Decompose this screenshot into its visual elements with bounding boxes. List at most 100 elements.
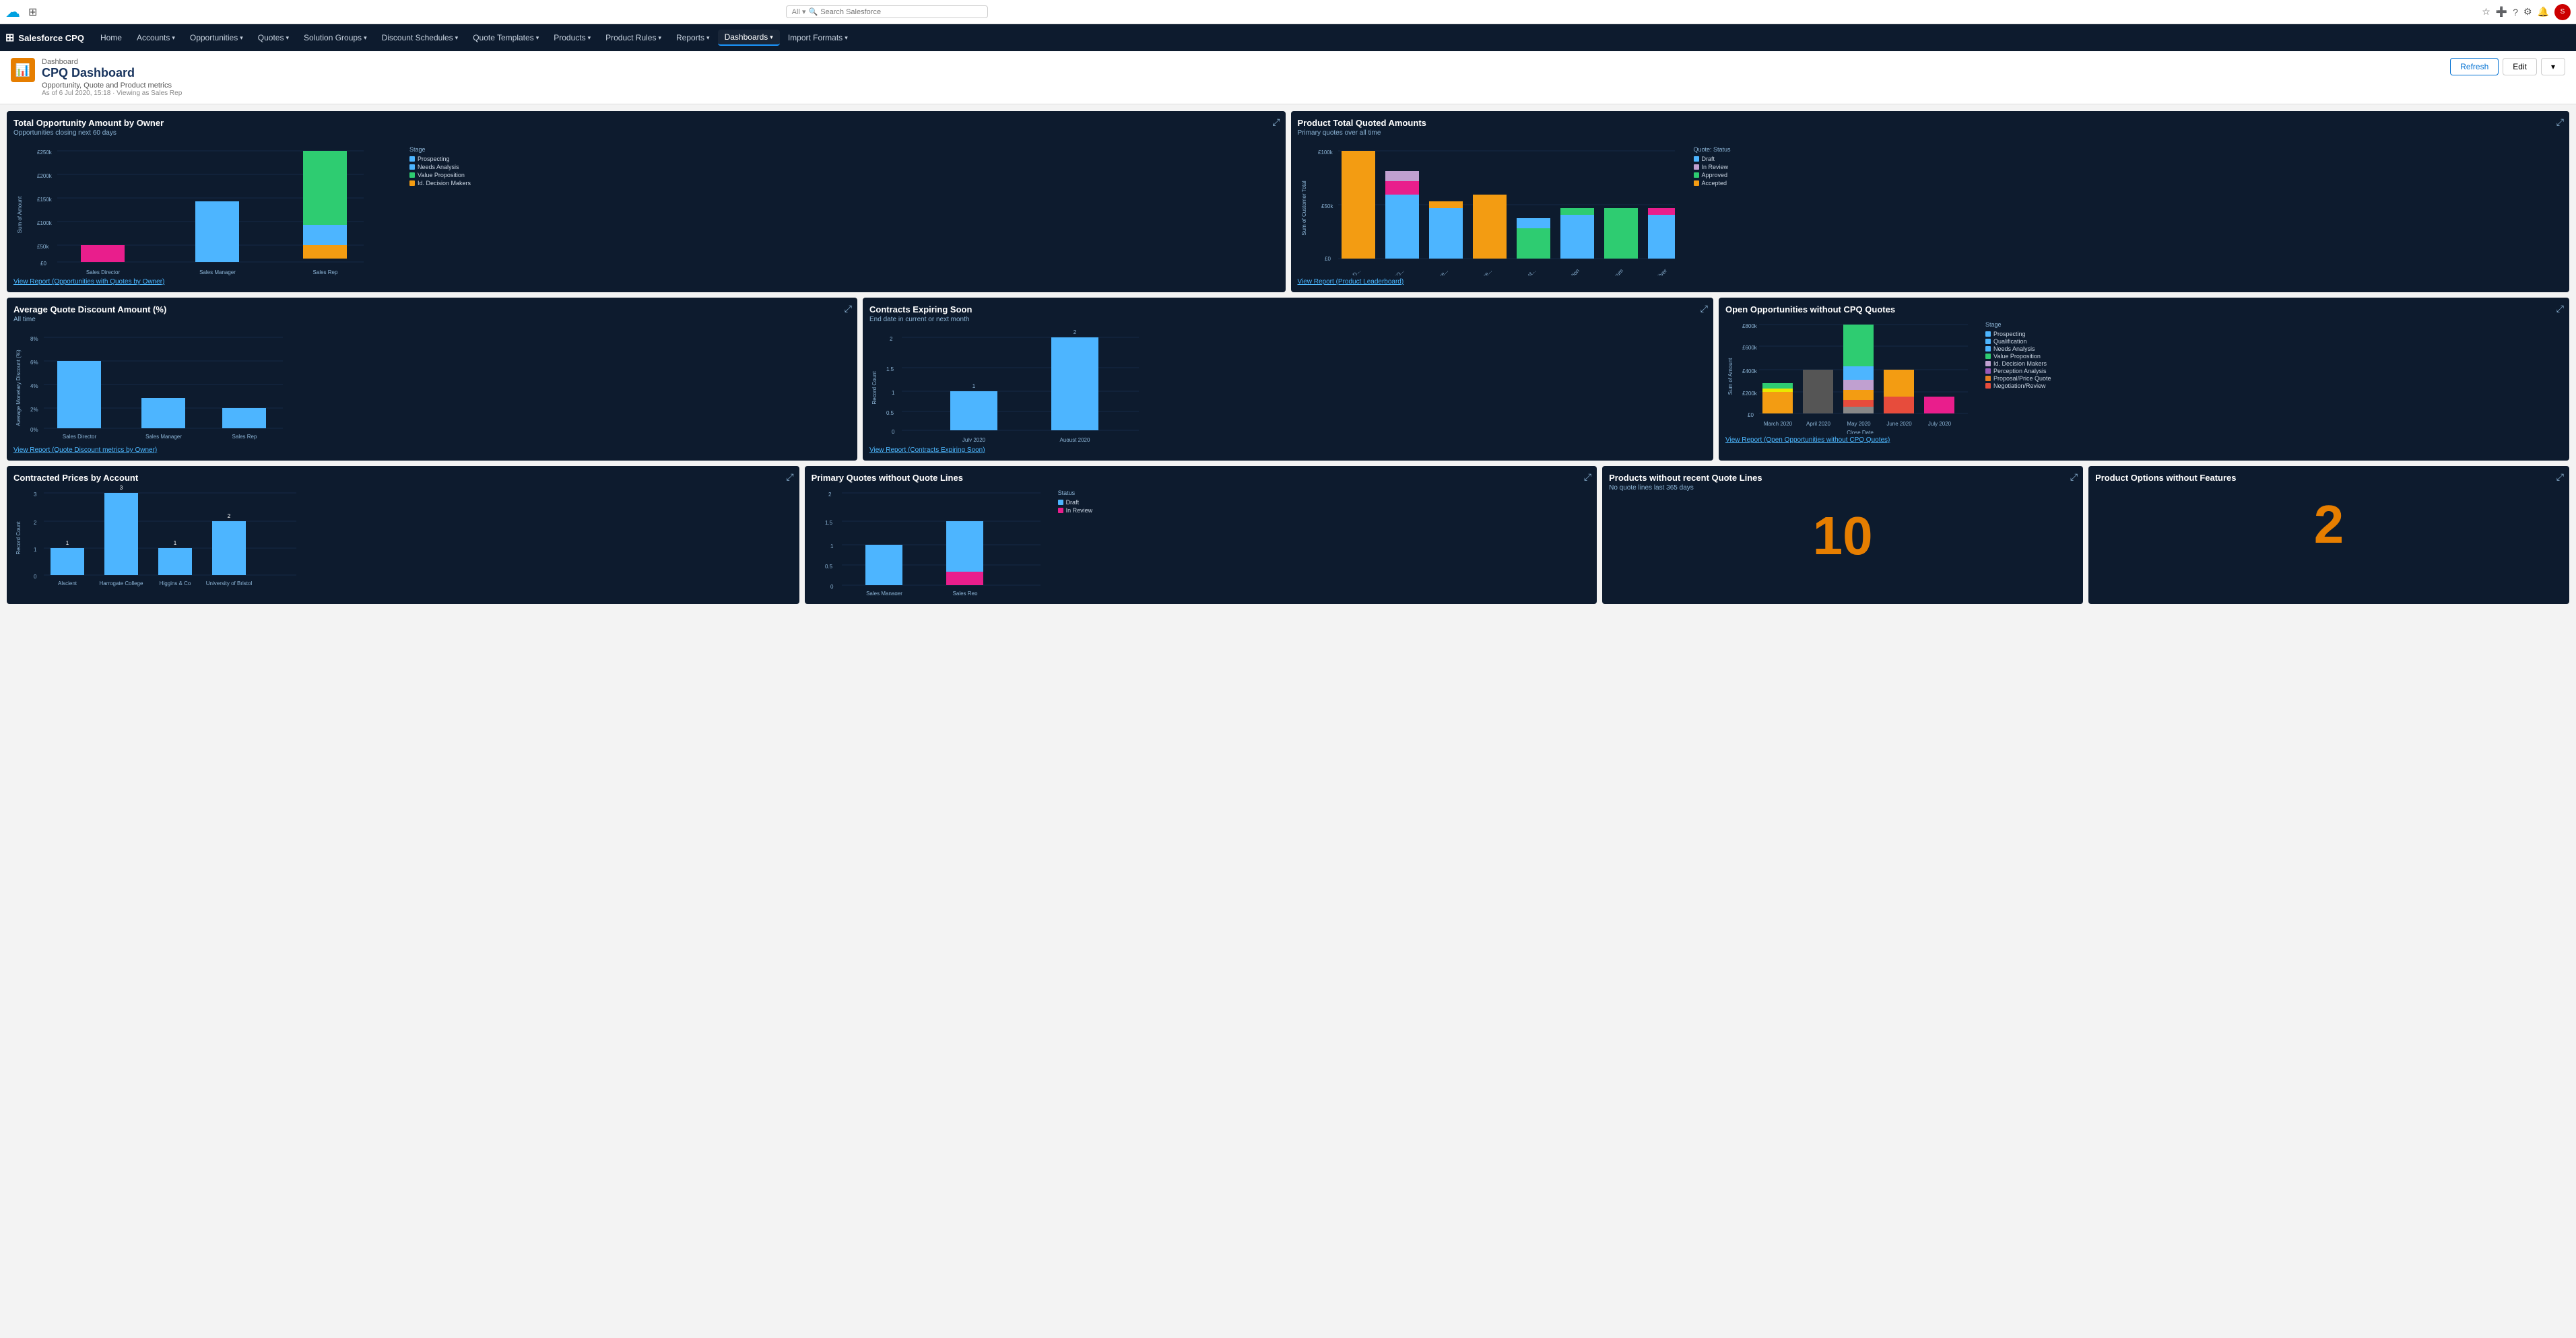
svg-text:August 2020: August 2020 — [1060, 437, 1090, 442]
page-meta: As of 6 Jul 2020, 15:18 · Viewing as Sal… — [42, 90, 182, 97]
svg-text:SLA: Silver: SLA: Silver — [1645, 267, 1668, 275]
top-navigation: ☁ ⊞ All ▾ 🔍 ☆ ➕ ? ⚙ 🔔 S — [0, 0, 2576, 24]
svg-text:GenWatt Diesel 2Q...: GenWatt Diesel 2Q... — [1365, 268, 1406, 275]
svg-text:1: 1 — [34, 547, 37, 553]
svg-text:Harrogate College: Harrogate College — [100, 580, 143, 587]
svg-text:Sales Rep: Sales Rep — [952, 591, 977, 595]
panel-product-options-title: Product Options without Features — [2095, 473, 2563, 483]
panel-discount-subtitle: All time — [13, 316, 851, 323]
svg-text:2: 2 — [228, 513, 231, 519]
svg-text:1.5: 1.5 — [825, 520, 833, 526]
nav-home[interactable]: Home — [94, 30, 129, 45]
panel-opp-amount-subtitle: Opportunities closing next 60 days — [13, 129, 1279, 137]
search-bar[interactable]: All ▾ 🔍 — [786, 5, 988, 18]
add-icon[interactable]: ➕ — [2496, 6, 2507, 18]
panel-primary-quotes: Primary Quotes without Quote Lines ⤢ 2 1… — [805, 466, 1597, 604]
view-report-1[interactable]: View Report (Opportunities with Quotes b… — [13, 278, 1279, 286]
view-report-3[interactable]: View Report (Quote Discount metrics by O… — [13, 446, 851, 454]
nav-quotes[interactable]: Quotes ▾ — [251, 30, 296, 45]
svg-text:0: 0 — [892, 429, 895, 435]
panel-discount: Average Quote Discount Amount (%) All ti… — [7, 298, 857, 461]
svg-text:1: 1 — [174, 540, 177, 546]
svg-text:£100k: £100k — [1318, 149, 1333, 156]
salesforce-logo: ☁ — [5, 3, 20, 21]
svg-text:0.5: 0.5 — [886, 410, 894, 416]
opp-amount-chart: £250k £200k £150k £100k £50k £0 — [13, 141, 404, 275]
svg-text:£0: £0 — [1748, 412, 1754, 418]
svg-text:1: 1 — [66, 540, 69, 546]
help-icon[interactable]: ? — [2513, 7, 2518, 18]
svg-text:Alscient: Alscient — [58, 580, 77, 587]
svg-text:4%: 4% — [30, 383, 38, 389]
products-no-quotes-value: 10 — [1609, 496, 2076, 576]
nav-reports[interactable]: Reports ▾ — [669, 30, 717, 45]
svg-text:SLA: Platinum: SLA: Platinum — [1595, 267, 1624, 275]
svg-text:0.5: 0.5 — [825, 564, 833, 570]
svg-text:8%: 8% — [30, 336, 38, 342]
avatar[interactable]: S — [2554, 4, 2571, 20]
search-input[interactable] — [820, 8, 968, 16]
svg-text:£600k: £600k — [1742, 345, 1758, 351]
view-report-2[interactable]: View Report (Product Leaderboard) — [1298, 278, 2563, 286]
nav-opportunities[interactable]: Opportunities ▾ — [183, 30, 250, 45]
all-dropdown[interactable]: All ▾ — [792, 7, 806, 16]
grid-icon[interactable]: ⊞ — [28, 5, 37, 19]
notification-icon[interactable]: 🔔 — [2538, 6, 2549, 18]
panel-products-no-quotes-title: Products without recent Quote Lines — [1609, 473, 2076, 483]
star-icon[interactable]: ☆ — [2482, 6, 2490, 18]
setup-icon[interactable]: ⚙ — [2523, 6, 2532, 18]
svg-text:Sum of Amount: Sum of Amount — [17, 196, 23, 233]
expand-icon-7[interactable]: ⤢ — [1584, 471, 1591, 483]
nav-dashboards[interactable]: Dashboards ▾ — [718, 30, 780, 46]
svg-text:Sales Rep: Sales Rep — [313, 269, 338, 275]
nav-discount-schedules[interactable]: Discount Schedules ▾ — [375, 30, 465, 45]
expand-icon-9[interactable]: ⤢ — [2556, 471, 2564, 483]
panel-product-options: Product Options without Features ⤢ 2 — [2088, 466, 2569, 604]
refresh-button[interactable]: Refresh — [2450, 58, 2499, 75]
dropdown-button[interactable]: ▾ — [2541, 58, 2565, 75]
nav-import-formats[interactable]: Import Formats ▾ — [781, 30, 855, 45]
svg-text:0: 0 — [830, 584, 834, 590]
expand-icon-5[interactable]: ⤢ — [2556, 303, 2564, 314]
expand-icon-2[interactable]: ⤢ — [2556, 116, 2564, 128]
panel-open-opp-title: Open Opportunities without CPQ Quotes — [1725, 304, 2563, 314]
view-report-5[interactable]: View Report (Open Opportunities without … — [1725, 436, 2563, 444]
expand-icon-8[interactable]: ⤢ — [2070, 471, 2078, 483]
nav-quote-templates[interactable]: Quote Templates ▾ — [466, 30, 546, 45]
svg-text:1: 1 — [972, 383, 976, 389]
product-quoted-chart: £100k £50k £0 — [1298, 141, 1688, 275]
nav-products[interactable]: Products ▾ — [547, 30, 597, 45]
edit-button[interactable]: Edit — [2503, 58, 2537, 75]
svg-text:June 2020: June 2020 — [1886, 421, 1912, 427]
svg-text:1.5: 1.5 — [886, 366, 894, 372]
svg-text:Sales Manager: Sales Manager — [199, 269, 236, 275]
expand-icon-3[interactable]: ⤢ — [845, 303, 852, 314]
bar-sales-rep-green — [303, 151, 347, 225]
svg-text:£400k: £400k — [1742, 368, 1758, 374]
dashboard-icon: 📊 — [11, 58, 35, 82]
expand-icon-4[interactable]: ⤢ — [1700, 303, 1708, 314]
svg-text:Sales Director: Sales Director — [63, 434, 97, 440]
open-opp-chart: £800k £600k £400k £200k £0 — [1725, 316, 1981, 434]
panel-product-subtitle: Primary quotes over all time — [1298, 129, 2563, 137]
svg-text:July 2020: July 2020 — [1928, 421, 1952, 427]
svg-text:Service Subscription: Service Subscription — [1542, 268, 1581, 275]
search-icon: 🔍 — [808, 7, 818, 16]
app-grid-icon[interactable]: ⊞ — [5, 31, 14, 44]
panel-contracts-subtitle: End date in current or next month — [869, 316, 1707, 323]
expand-icon-1[interactable]: ⤢ — [1272, 116, 1280, 128]
expand-icon-6[interactable]: ⤢ — [786, 471, 793, 483]
svg-text:6%: 6% — [30, 360, 38, 366]
svg-text:£800k: £800k — [1742, 323, 1758, 329]
svg-text:0: 0 — [34, 574, 37, 580]
open-opp-legend: Prospecting Qualification Needs Analysis… — [1985, 331, 2051, 389]
svg-text:3: 3 — [34, 492, 37, 498]
view-report-4[interactable]: View Report (Contracts Expiring Soon) — [869, 446, 1707, 454]
nav-accounts[interactable]: Accounts ▾ — [130, 30, 182, 45]
svg-text:Record Count: Record Count — [15, 521, 22, 555]
dashboard-row-3: Contracted Prices by Account ⤢ 3 2 1 0 1… — [7, 466, 2569, 604]
app-name: ⊞ Salesforce CPQ — [5, 31, 84, 44]
svg-text:1: 1 — [830, 543, 834, 549]
nav-solution-groups[interactable]: Solution Groups ▾ — [297, 30, 374, 45]
nav-product-rules[interactable]: Product Rules ▾ — [599, 30, 668, 45]
